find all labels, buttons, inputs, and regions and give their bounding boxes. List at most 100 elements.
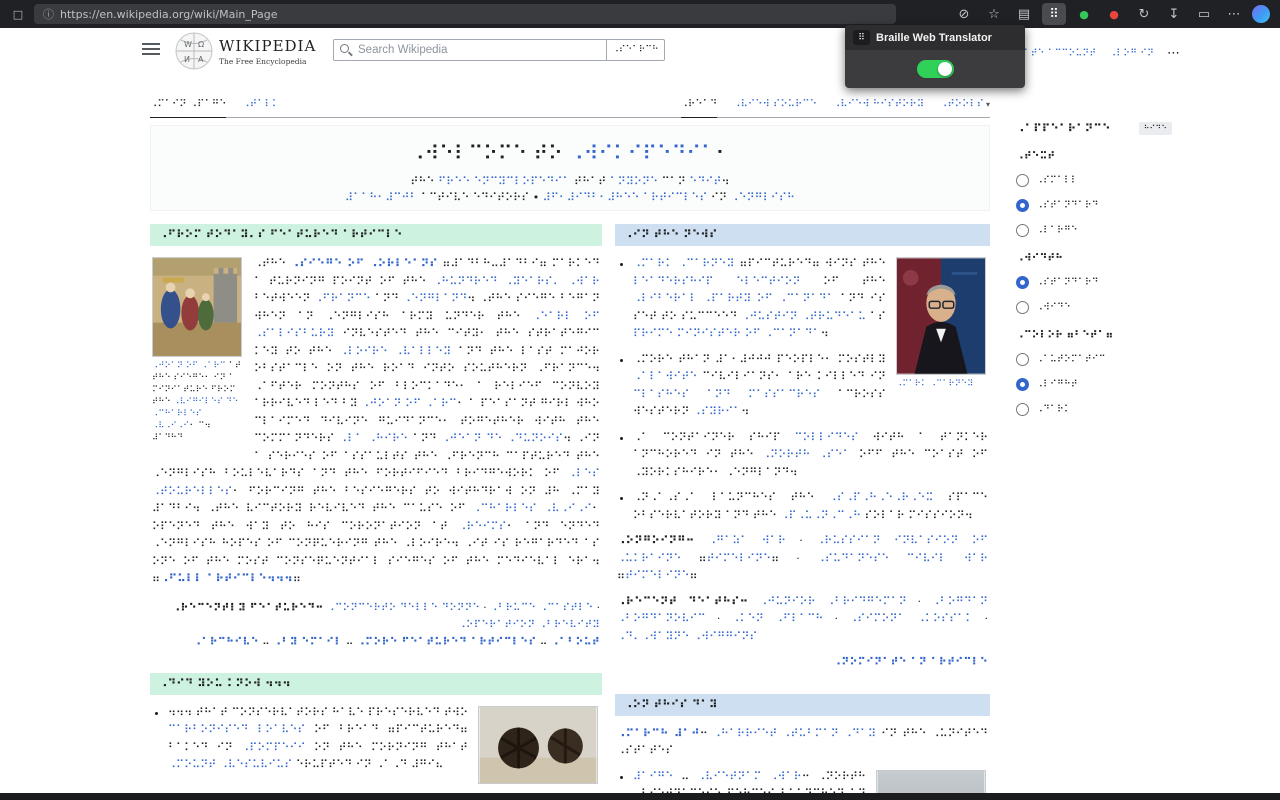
- wiki-link[interactable]: ⠠⠃⠽ ⠑⠍⠁⠊⠇: [273, 636, 342, 648]
- more-menu-icon[interactable]: ⋯: [1222, 3, 1246, 25]
- wiki-link[interactable]: ⠠⠇⠕⠊⠗⠑ ⠠⠧⠁⠇⠇⠑⠽: [339, 345, 451, 358]
- wiki-link[interactable]: ⠠⠍⠁⠗⠅ ⠠⠉⠁⠗⠝⠑⠽: [896, 379, 973, 389]
- wiki-link[interactable]: ⠠⠎⠥⠙⠁⠝⠑⠎⠑ ⠉⠊⠧⠊⠇ ⠺⠁⠗: [817, 552, 988, 565]
- wiki-link[interactable]: ⠞⠊⠍⠑⠇⠊⠝⠑: [625, 569, 689, 582]
- wiki-link[interactable]: ⠇⠑⠁⠙⠑⠗⠎⠓⠊⠏ ⠑⠇⠑⠉⠞⠊⠕⠝: [633, 275, 801, 288]
- radio-option-standard[interactable]: ⠠⠎⠞⠁⠝⠙⠁⠗⠙: [1016, 199, 1172, 212]
- wiki-link[interactable]: ⠠⠅⠑⠝ ⠠⠋⠇⠁⠉⠓: [732, 612, 824, 625]
- tab-main-page[interactable]: ⠠⠍⠁⠊⠝ ⠠⠏⠁⠛⠑: [150, 99, 227, 118]
- search-input[interactable]: [333, 39, 607, 61]
- toggle-knob[interactable]: [937, 62, 952, 76]
- translator-toggle[interactable]: [916, 60, 954, 78]
- wiki-link[interactable]: ⠠⠎⠠⠏⠠⠓⠠⠑⠠⠗⠠⠑⠭: [829, 491, 934, 504]
- radio-icon[interactable]: [1016, 353, 1029, 366]
- wiki-link[interactable]: ⠠⠏⠠⠥⠠⠝⠠⠉⠠⠓: [780, 509, 861, 522]
- extension-red-icon[interactable]: ●: [1102, 3, 1126, 25]
- wiki-link[interactable]: ⠼⠁⠁⠓⠂⠼⠉⠚⠃: [345, 191, 418, 204]
- radio-icon[interactable]: [1016, 276, 1029, 289]
- did-you-know-image[interactable]: [478, 705, 598, 784]
- wikipedia-globe-logo[interactable]: W Ω И A: [175, 32, 213, 74]
- menu-hamburger-icon[interactable]: [142, 43, 160, 57]
- wiki-link[interactable]: ⠠⠎⠊⠍⠕⠝⠁ ⠠⠅⠕⠎⠎⠁⠅: [849, 612, 973, 625]
- wiki-link[interactable]: ⠠⠎⠊⠑⠛⠑ ⠕⠋ ⠠⠕⠗⠇⠑⠁⠝⠎: [291, 257, 438, 270]
- wiki-link[interactable]: ⠼⠁⠊⠛⠑: [633, 770, 673, 783]
- wiki-link[interactable]: ⠠⠚⠕⠁⠝ ⠕⠋ ⠠⠁⠗⠉: [152, 361, 226, 371]
- wiki-link[interactable]: ⠠⠚⠑⠁⠝ ⠙⠑ ⠠⠙⠥⠝⠕⠊⠎: [441, 432, 563, 445]
- more-options-icon[interactable]: ⋯: [1167, 46, 1180, 61]
- wiki-link[interactable]: ⠉⠁⠗⠃⠕⠝⠊⠎⠑⠙ ⠇⠕⠁⠧⠑⠎: [168, 723, 305, 736]
- wiki-link[interactable]: ⠁⠗⠞⠊⠉⠇⠑⠎: [643, 191, 707, 204]
- nominate-article-link[interactable]: ⠠⠝⠕⠍⠊⠝⠁⠞⠑ ⠁⠝ ⠁⠗⠞⠊⠉⠇⠑: [617, 654, 988, 672]
- wiki-link[interactable]: ⠞⠊⠍⠑⠇⠊⠝⠑: [707, 552, 771, 565]
- reader-mode-icon[interactable]: ⊘: [952, 3, 976, 25]
- wiki-link[interactable]: ⠠⠏⠕⠍⠏⠑⠊⠊: [241, 741, 305, 754]
- radio-icon[interactable]: [1016, 403, 1029, 416]
- wiki-link[interactable]: ⠠⠝⠕⠍⠊⠝⠁⠞⠑ ⠁⠝ ⠁⠗⠞⠊⠉⠇⠑: [833, 656, 988, 668]
- wiki-link[interactable]: ⠠⠉⠓⠁⠗⠇⠑⠎ ⠠⠧⠠⠊⠠⠊: [472, 502, 591, 515]
- wiki-link[interactable]: ⠠⠁⠇⠁⠺⠊⠞⠑: [633, 370, 697, 383]
- radio-option-automatic[interactable]: ⠠⠁⠥⠞⠕⠍⠁⠞⠊⠉: [1016, 353, 1172, 366]
- wiki-link[interactable]: ⠠⠎⠽⠗⠊⠁: [693, 405, 741, 418]
- braille-extension-icon[interactable]: ⠿: [1042, 3, 1066, 25]
- wiki-link[interactable]: ⠠⠧⠊⠑⠞⠝⠁⠍ ⠠⠺⠁⠗: [697, 770, 802, 783]
- tab-view-history[interactable]: ⠠⠧⠊⠑⠺ ⠓⠊⠎⠞⠕⠗⠽: [833, 99, 924, 110]
- tab-talk[interactable]: ⠠⠞⠁⠇⠅: [242, 99, 279, 110]
- wiki-link[interactable]: ⠑⠝⠉⠽⠉⠇⠕⠏⠑⠙⠊⠁: [474, 175, 571, 188]
- wiki-link[interactable]: ⠠⠝⠕⠗⠞⠓ ⠠⠎⠑⠁: [762, 448, 851, 461]
- wiki-link[interactable]: ⠠⠚⠕⠁⠝ ⠕⠋ ⠠⠁⠗⠉: [361, 397, 457, 410]
- wiki-link[interactable]: ⠠⠋⠗⠁⠝⠉⠑: [314, 292, 370, 305]
- wiki-link[interactable]: ⠠⠑⠝⠛⠇⠊⠎⠓: [731, 191, 795, 204]
- radio-option-light[interactable]: ⠠⠇⠊⠛⠓⠞: [1016, 378, 1172, 391]
- radio-icon[interactable]: [1016, 301, 1029, 314]
- wikipedia-wordmark[interactable]: WIKIPEDIA The Free Encyclopedia: [219, 37, 316, 66]
- wiki-link[interactable]: ⠠⠕⠏⠑⠗⠁⠞⠊⠕⠝ ⠠⠃⠗⠑⠧⠊⠞⠽: [458, 619, 600, 631]
- radio-option-dark[interactable]: ⠠⠙⠁⠗⠅: [1016, 403, 1172, 416]
- radio-icon[interactable]: [1016, 199, 1029, 212]
- profile-avatar[interactable]: [1252, 5, 1270, 23]
- extension-green-icon[interactable]: ●: [1072, 3, 1096, 25]
- wiki-link[interactable]: ⠑⠙⠊⠞: [689, 175, 721, 188]
- wiki-link[interactable]: ⠠⠋⠥⠇⠇ ⠁⠗⠞⠊⠉⠇⠑⠲⠲⠲: [160, 572, 293, 585]
- tab-tools[interactable]: ⠠⠞⠕⠕⠇⠎ ▾: [940, 99, 990, 110]
- history-sync-icon[interactable]: ↻: [1132, 3, 1156, 25]
- wiki-link[interactable]: ⠠⠗⠑⠊⠍⠎: [458, 520, 506, 533]
- radio-option-wide[interactable]: ⠠⠺⠊⠙⠑: [1016, 301, 1172, 314]
- radio-icon[interactable]: [1016, 174, 1029, 187]
- on-this-day-image[interactable]: [876, 769, 986, 794]
- radio-option-small[interactable]: ⠠⠎⠍⠁⠇⠇: [1016, 174, 1172, 187]
- wiki-link[interactable]: ⠠⠇⠁ ⠠⠓⠊⠗⠑: [339, 432, 408, 445]
- wiki-link[interactable]: ⠠⠍⠁⠗⠉⠓ ⠼⠁⠚: [617, 727, 700, 740]
- search-button[interactable]: ⠠⠎⠑⠁⠗⠉⠓: [607, 39, 665, 61]
- wiki-link[interactable]: ⠠⠍⠕⠗⠑ ⠋⠑⠁⠞⠥⠗⠑⠙ ⠁⠗⠞⠊⠉⠇⠑⠎: [357, 636, 537, 648]
- wiki-link[interactable]: ⠠⠍⠁⠗⠅ ⠠⠉⠁⠗⠝⠑⠽: [633, 257, 735, 270]
- wiki-link[interactable]: ⠁⠝⠽⠕⠝⠑: [610, 175, 658, 188]
- radio-icon[interactable]: [1016, 224, 1029, 237]
- wiki-link[interactable]: ⠠⠙⠄⠠⠺⠁⠽⠝⠑ ⠠⠺⠊⠛⠛⠊⠝⠎: [617, 630, 757, 643]
- wiki-link[interactable]: ⠠⠉⠕⠝⠉⠑⠗⠞⠕ ⠙⠑⠇⠇⠑ ⠙⠕⠝⠝⠑: [327, 602, 480, 614]
- news-portrait-image[interactable]: [896, 257, 986, 375]
- site-info-icon[interactable]: ⓘ: [43, 6, 54, 22]
- favorites-star-icon[interactable]: ☆: [982, 3, 1006, 25]
- wiki-link[interactable]: ⠠⠓⠥⠝⠙⠗⠑⠙ ⠠⠽⠑⠁⠗⠎⠄ ⠠⠺⠁⠗: [433, 275, 600, 288]
- radio-option-standard[interactable]: ⠠⠎⠞⠁⠝⠙⠁⠗⠙: [1016, 276, 1172, 289]
- log-in-link[interactable]: ⠠⠇⠕⠛ ⠊⠝: [1109, 48, 1154, 59]
- window-icon[interactable]: □: [10, 8, 26, 21]
- wiki-link[interactable]: ⠠⠑⠝⠛⠇⠁⠝⠙: [403, 292, 467, 305]
- capture-icon[interactable]: ▭: [1192, 3, 1216, 25]
- wiki-link[interactable]: ⠏⠗⠊⠍⠑ ⠍⠊⠝⠊⠎⠞⠑⠗ ⠕⠋ ⠠⠉⠁⠝⠁⠙⠁: [633, 327, 821, 340]
- wiki-link[interactable]: ⠠⠇⠊⠃⠑⠗⠁⠇ ⠠⠏⠁⠗⠞⠽ ⠕⠋ ⠠⠉⠁⠝⠁⠙⠁: [633, 292, 835, 305]
- wiki-link[interactable]: ⠉⠕⠇⠇⠊⠙⠑⠎: [794, 431, 858, 444]
- address-bar[interactable]: ⓘ https://en.wikipedia.org/wiki/Main_Pag…: [34, 4, 896, 24]
- featured-article-image[interactable]: [152, 257, 242, 357]
- wiki-link[interactable]: ⠠⠁⠗⠉⠓⠊⠧⠑: [193, 636, 259, 648]
- wiki-link[interactable]: ⠼⠋⠂⠼⠊⠙⠃⠂⠼⠓⠑⠑: [543, 191, 640, 204]
- wiki-link[interactable]: ⠠⠚⠥⠎⠞⠊⠝ ⠠⠞⠗⠥⠙⠑⠁⠥: [741, 310, 866, 323]
- wiki-link[interactable]: ⠠⠍⠕⠥⠝⠞ ⠠⠧⠑⠎⠥⠧⠊⠥⠎: [168, 758, 292, 771]
- wiki-link[interactable]: ⠉⠇⠁⠎⠓⠑⠎ ⠁⠝⠙ ⠍⠁⠎⠎⠁⠉⠗⠑⠎: [633, 388, 820, 401]
- hide-appearance-button[interactable]: ⠓⠊⠙⠑: [1138, 122, 1172, 135]
- tab-view-source[interactable]: ⠠⠧⠊⠑⠺ ⠎⠕⠥⠗⠉⠑: [733, 99, 817, 110]
- downloads-icon[interactable]: ↧: [1162, 3, 1186, 25]
- wiki-link[interactable]: ⠠⠚⠥⠝⠊⠕⠗ ⠠⠃⠗⠊⠙⠛⠑⠍⠁⠝: [759, 595, 907, 608]
- wiki-link[interactable]: ⠠⠁⠃⠕⠥⠞: [551, 636, 600, 648]
- radio-icon[interactable]: [1016, 378, 1029, 391]
